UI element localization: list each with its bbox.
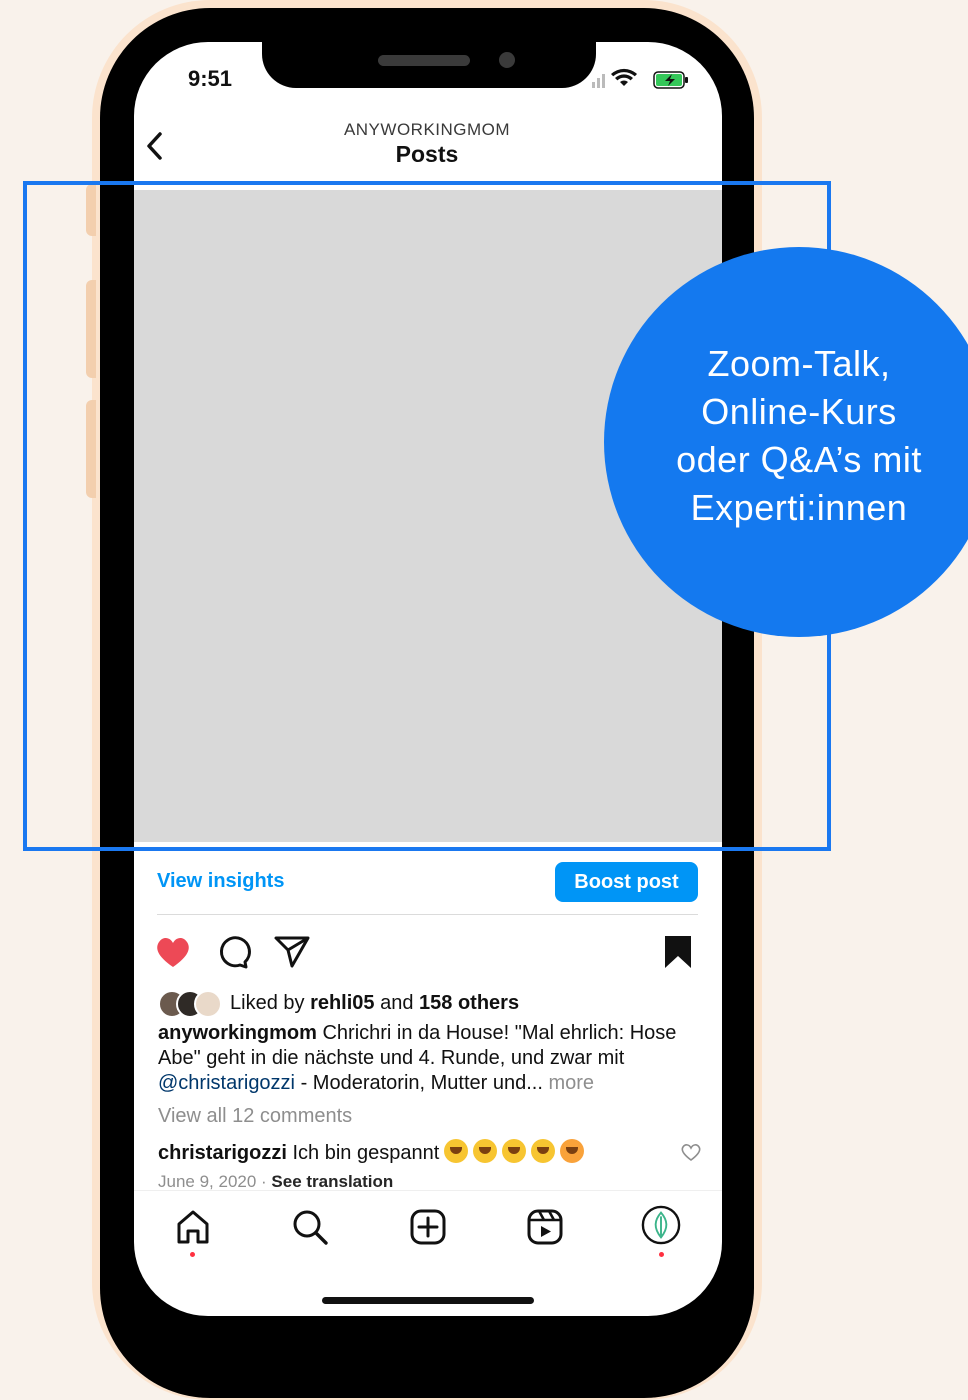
post-date: June 9, 2020 (158, 1172, 257, 1190)
callout-line: oder Q&A’s mit (676, 439, 922, 480)
callout-line: Zoom-Talk, (707, 343, 891, 384)
comment-icon[interactable] (213, 932, 253, 972)
callout-line: Experti:innen (690, 487, 908, 528)
profile-notification-dot (659, 1252, 664, 1257)
back-chevron-icon[interactable] (140, 128, 172, 164)
home-indicator (322, 1297, 534, 1304)
laughing-emoji-icon (473, 1139, 498, 1163)
search-icon[interactable] (290, 1207, 330, 1247)
likes-others-count[interactable]: 158 others (419, 992, 519, 1014)
status-time: 9:51 (188, 66, 233, 91)
kissing-emoji-icon (560, 1139, 585, 1163)
liker-username[interactable]: rehli05 (310, 992, 374, 1014)
callout-line: Online-Kurs (701, 391, 897, 432)
create-icon[interactable] (408, 1207, 448, 1247)
avatar (194, 990, 222, 1018)
header-account-name: ANYWORKINGMOM (343, 120, 511, 139)
post-caption: anyworkingmom Chrichri in da House! "Mal… (158, 1021, 703, 1096)
wifi-icon (611, 68, 637, 86)
battery-charging-icon (653, 71, 688, 89)
caption-text: - Moderatorin, Mutter und... (295, 1072, 543, 1094)
comment-username[interactable]: christarigozzi (158, 1142, 287, 1164)
boost-post-button[interactable]: Boost post (555, 862, 698, 902)
laughing-emoji-icon (444, 1139, 469, 1163)
cellular-signal-icon (592, 74, 605, 88)
status-icons (592, 68, 688, 89)
profile-avatar[interactable] (641, 1205, 681, 1245)
likes-summary[interactable]: Liked by rehli05 and 158 others (230, 992, 519, 1015)
front-camera (499, 52, 515, 68)
caption-more-link[interactable]: more (543, 1072, 594, 1094)
page-title: Posts (395, 141, 459, 167)
post-date-line: June 9, 2020 · See translation (158, 1172, 393, 1190)
view-insights-link[interactable]: View insights (157, 870, 284, 893)
phone-speaker (378, 55, 470, 66)
view-all-comments-link[interactable]: View all 12 comments (158, 1105, 352, 1128)
comment-text: Ich bin gespannt (286, 1142, 440, 1164)
tab-bar-divider (134, 1190, 722, 1191)
likes-middle: and (374, 992, 420, 1014)
callout-text: Zoom-Talk, Online-Kurs oder Q&A’s mit Ex… (644, 340, 954, 532)
laughing-emoji-icon (531, 1139, 556, 1163)
share-icon[interactable] (272, 932, 312, 972)
reels-icon[interactable] (525, 1207, 565, 1247)
home-icon[interactable] (173, 1207, 213, 1247)
divider (157, 914, 698, 915)
liker-avatars (158, 990, 228, 1018)
heart-filled-icon[interactable] (153, 932, 193, 972)
likes-prefix: Liked by (230, 992, 311, 1014)
laughing-emoji-icon (502, 1139, 527, 1163)
comment-row: christarigozzi Ich bin gespannt (158, 1139, 585, 1165)
bookmark-filled-icon[interactable] (658, 932, 698, 972)
see-translation-link[interactable]: See translation (271, 1172, 393, 1190)
date-separator: · (256, 1172, 272, 1190)
comment-like-heart-icon[interactable] (680, 1142, 702, 1162)
caption-username[interactable]: anyworkingmom (158, 1022, 317, 1044)
caption-mention[interactable]: @christarigozzi (158, 1072, 295, 1094)
home-notification-dot (190, 1252, 195, 1257)
